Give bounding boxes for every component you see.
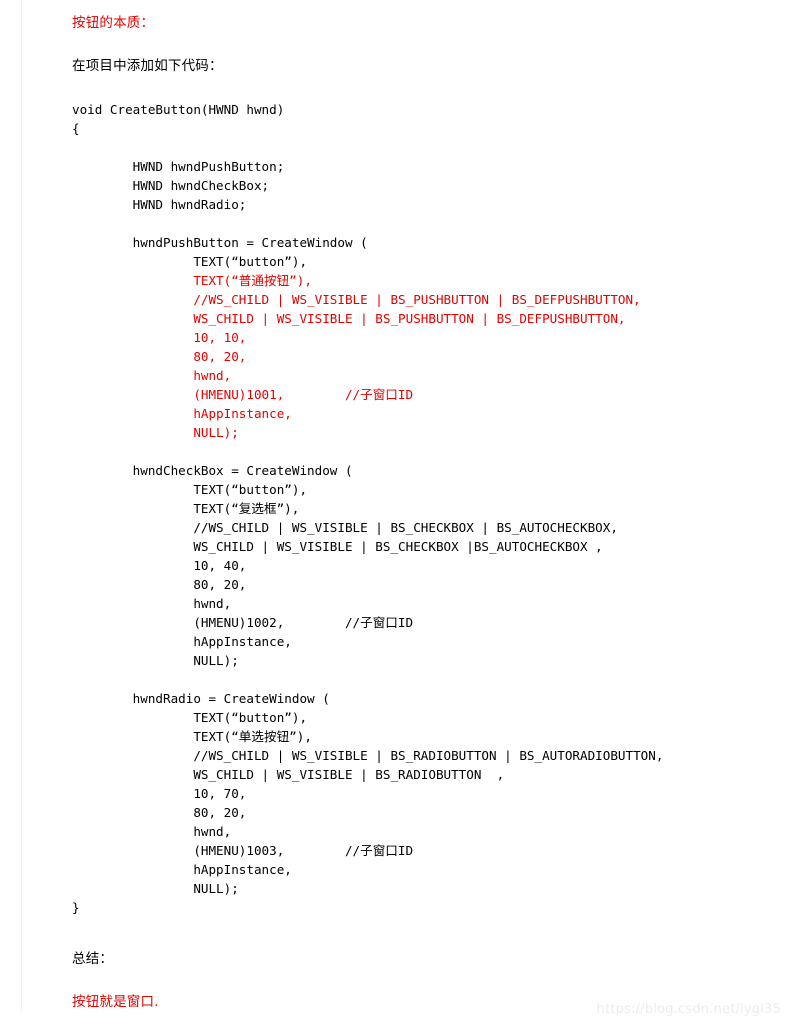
code-line: NULL); (72, 881, 239, 896)
code-line: TEXT(“普通按钮”), (72, 273, 312, 288)
code-line: 80, 20, (72, 349, 247, 364)
code-line: hAppInstance, (72, 862, 292, 877)
document-page: 按钮的本质： 在项目中添加如下代码： void CreateButton(HWN… (0, 0, 793, 1027)
code-line: 80, 20, (72, 577, 247, 592)
code-line: //WS_CHILD | WS_VISIBLE | BS_RADIOBUTTON… (72, 748, 664, 763)
csdn-watermark: https://blog.csdn.net/lygl35 (596, 1002, 781, 1017)
code-line: hwndRadio = CreateWindow ( (72, 691, 330, 706)
code-line: TEXT(“button”), (72, 254, 308, 269)
code-line: hwndCheckBox = CreateWindow ( (72, 463, 353, 478)
code-line: 80, 20, (72, 805, 247, 820)
code-line: NULL); (72, 425, 239, 440)
code-line: } (72, 900, 80, 915)
code-line: (HMENU)1001, //子窗口ID (72, 387, 414, 402)
code-block: void CreateButton(HWND hwnd) { HWND hwndP… (72, 100, 782, 917)
code-line: (HMENU)1003, //子窗口ID (72, 843, 414, 858)
code-line: hwnd, (72, 596, 232, 611)
code-line: hwnd, (72, 824, 232, 839)
code-line: 10, 70, (72, 786, 247, 801)
code-line: hAppInstance, (72, 406, 292, 421)
code-line: //WS_CHILD | WS_VISIBLE | BS_CHECKBOX | … (72, 520, 618, 535)
document-body: 按钮的本质： 在项目中添加如下代码： void CreateButton(HWN… (72, 14, 782, 1012)
code-line: 10, 40, (72, 558, 247, 573)
left-margin-rule (21, 0, 22, 1011)
code-line: WS_CHILD | WS_VISIBLE | BS_CHECKBOX |BS_… (72, 539, 603, 554)
code-line: TEXT(“button”), (72, 710, 308, 725)
code-line: WS_CHILD | WS_VISIBLE | BS_PUSHBUTTON | … (72, 311, 626, 326)
code-line: { (72, 121, 80, 136)
summary-label: 总结： (72, 951, 114, 967)
code-line: hwnd, (72, 368, 232, 383)
code-line: 10, 10, (72, 330, 247, 345)
code-line: hAppInstance, (72, 634, 292, 649)
code-line: TEXT(“复选框”), (72, 501, 300, 516)
code-line: void CreateButton(HWND hwnd) (72, 102, 285, 117)
code-line: (HMENU)1002, //子窗口ID (72, 615, 414, 630)
code-line: HWND hwndPushButton; (72, 159, 285, 174)
code-line: WS_CHILD | WS_VISIBLE | BS_RADIOBUTTON , (72, 767, 505, 782)
heading-button-essence: 按钮的本质： (72, 15, 155, 31)
intro-paragraph: 在项目中添加如下代码： (72, 58, 223, 74)
code-line: TEXT(“单选按钮”), (72, 729, 312, 744)
code-line: HWND hwndCheckBox; (72, 178, 270, 193)
code-line: hwndPushButton = CreateWindow ( (72, 235, 368, 250)
code-line: //WS_CHILD | WS_VISIBLE | BS_PUSHBUTTON … (72, 292, 641, 307)
code-line: TEXT(“button”), (72, 482, 308, 497)
code-line: NULL); (72, 653, 239, 668)
code-line: HWND hwndRadio; (72, 197, 247, 212)
